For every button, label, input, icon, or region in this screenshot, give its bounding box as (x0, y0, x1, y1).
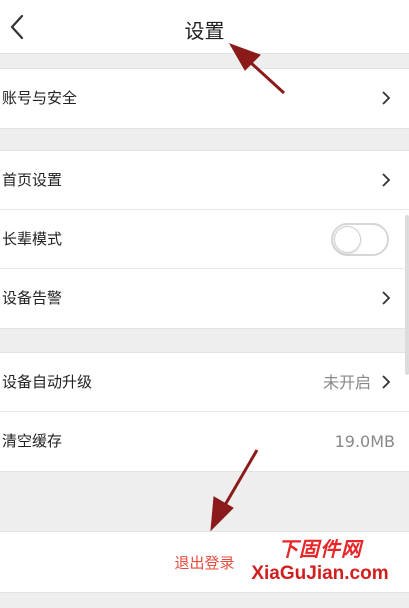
settings-item-account-security[interactable]: 账号与安全 (0, 69, 409, 128)
settings-item-label: 首页设置 (2, 171, 63, 189)
settings-group-device: 设备自动升级 未开启 清空缓存 19.0MB (0, 352, 409, 472)
chevron-right-icon (382, 173, 391, 187)
settings-item-label: 长辈模式 (2, 230, 63, 248)
settings-group-account: 账号与安全 (0, 68, 409, 129)
watermark-cn: 下固件网 (278, 537, 362, 561)
settings-item-auto-upgrade[interactable]: 设备自动升级 未开启 (0, 353, 409, 412)
chevron-right-icon (382, 291, 391, 305)
watermark-en: XiaGuJian.com (251, 563, 389, 584)
settings-item-clear-cache[interactable]: 清空缓存 19.0MB (0, 412, 409, 471)
chevron-right-icon (382, 91, 391, 105)
auto-upgrade-status: 未开启 (322, 373, 371, 392)
settings-item-elder-mode: 长辈模式 (0, 210, 409, 269)
settings-item-home-settings[interactable]: 首页设置 (0, 151, 409, 210)
settings-item-label: 设备自动升级 (2, 373, 93, 391)
watermark: 下固件网 XiaGuJian.com (245, 533, 395, 585)
settings-item-label: 账号与安全 (2, 89, 78, 107)
chevron-right-icon (382, 375, 391, 389)
settings-group-display: 首页设置 长辈模式 设备告警 (0, 150, 409, 329)
settings-item-device-alarm[interactable]: 设备告警 (0, 269, 409, 328)
settings-item-label: 清空缓存 (2, 432, 63, 450)
page-title: 设置 (184, 19, 225, 43)
cache-size: 19.0MB (334, 432, 395, 451)
elder-mode-toggle[interactable] (331, 223, 389, 256)
scrollbar[interactable] (405, 215, 409, 375)
settings-item-label: 设备告警 (2, 289, 63, 307)
toggle-knob (334, 226, 361, 253)
top-bar: 设置 (0, 0, 409, 54)
